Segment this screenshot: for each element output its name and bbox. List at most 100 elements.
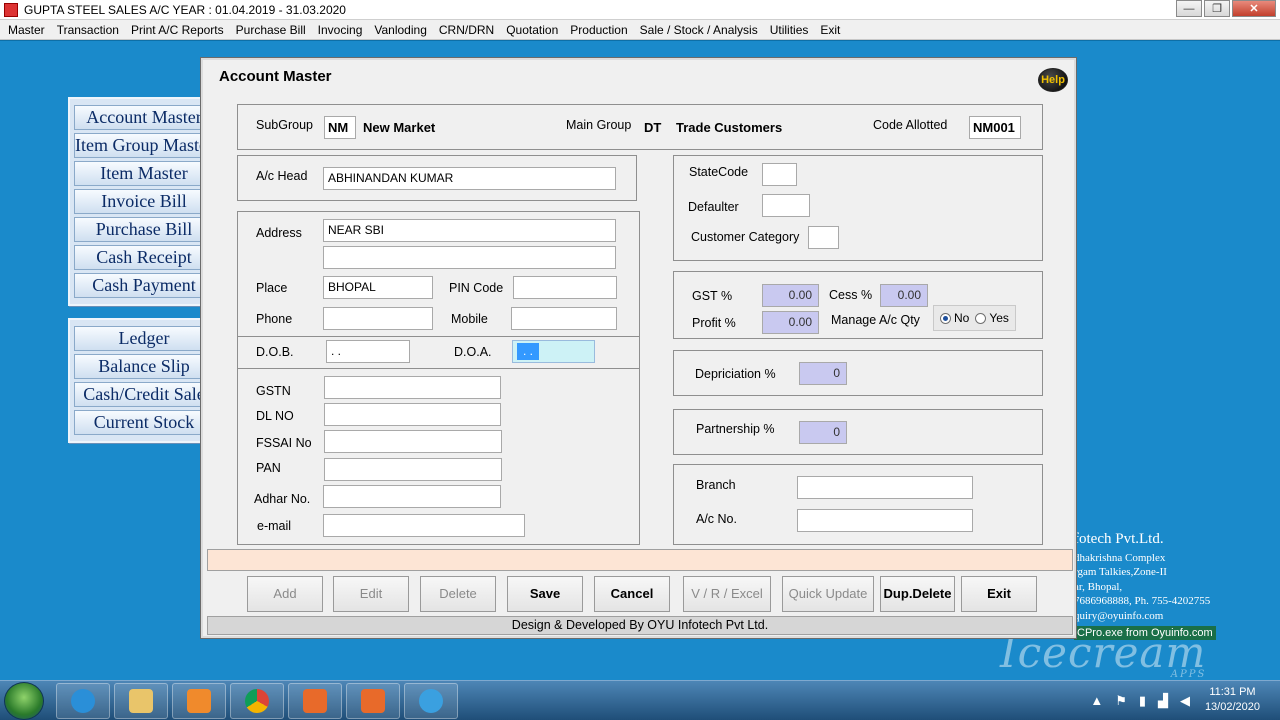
taskbar-clock[interactable]: 11:31 PM 13/02/2020	[1205, 685, 1260, 715]
nav-cash-credit-sale[interactable]: Cash/Credit Sale	[74, 382, 214, 407]
minimize-button[interactable]: —	[1176, 0, 1202, 17]
dob-label: D.O.B.	[256, 345, 294, 359]
address-line2-field[interactable]	[323, 246, 616, 269]
partnership-frame: Partnership % 0	[673, 409, 1043, 455]
branch-field[interactable]	[797, 476, 973, 499]
menu-invocing[interactable]: Invocing	[312, 23, 369, 37]
app-title: GUPTA STEEL SALES A/C YEAR : 01.04.2019 …	[24, 2, 346, 17]
taskbar-chrome[interactable]	[230, 683, 284, 719]
dl-no-field[interactable]	[324, 403, 501, 426]
vr-excel-button[interactable]: V / R / Excel	[683, 576, 771, 612]
close-button[interactable]: ✕	[1232, 0, 1276, 17]
restore-button[interactable]: ❐	[1204, 0, 1230, 17]
cess-field[interactable]: 0.00	[880, 284, 928, 307]
account-master-dialog: Account Master Help SubGroup NM New Mark…	[201, 58, 1076, 638]
delete-button[interactable]: Delete	[420, 576, 496, 612]
nav-cash-payment[interactable]: Cash Payment	[74, 273, 214, 298]
fssai-field[interactable]	[324, 430, 502, 453]
nav-current-stock[interactable]: Current Stock	[74, 410, 214, 435]
email-label: e-mail	[257, 519, 292, 533]
fssai-label: FSSAI No	[256, 436, 312, 450]
exit-button[interactable]: Exit	[961, 576, 1037, 612]
taskbar-explorer[interactable]	[114, 683, 168, 719]
code-allotted-field[interactable]: NM001	[969, 116, 1021, 139]
menu-print-reports[interactable]: Print A/C Reports	[125, 23, 230, 37]
pin-code-field[interactable]	[513, 276, 617, 299]
taskbar-screenshot[interactable]	[346, 683, 400, 719]
folder-icon	[129, 689, 153, 713]
ac-no-field[interactable]	[797, 509, 973, 532]
depriciation-field[interactable]: 0	[799, 362, 847, 385]
media-player-icon	[187, 689, 211, 713]
menu-crn-drn[interactable]: CRN/DRN	[433, 23, 500, 37]
nav-purchase-bill[interactable]: Purchase Bill	[74, 217, 214, 242]
statecode-field[interactable]	[762, 163, 797, 186]
clock-time: 11:31 PM	[1209, 686, 1256, 698]
save-button[interactable]: Save	[507, 576, 583, 612]
address-line1-field[interactable]: NEAR SBI	[323, 219, 616, 242]
dup-delete-button[interactable]: Dup.Delete	[880, 576, 955, 612]
menu-exit[interactable]: Exit	[814, 23, 846, 37]
menu-purchase-bill[interactable]: Purchase Bill	[230, 23, 312, 37]
separator	[238, 336, 639, 337]
nav-cash-receipt[interactable]: Cash Receipt	[74, 245, 214, 270]
gstn-field[interactable]	[324, 376, 501, 399]
customer-category-label: Customer Category	[691, 230, 800, 244]
customer-category-field[interactable]	[808, 226, 839, 249]
nav-balance-slip[interactable]: Balance Slip	[74, 354, 214, 379]
doa-field[interactable]: . .	[512, 340, 595, 363]
signal-icon[interactable]: ▟	[1158, 693, 1168, 709]
gst-field[interactable]: 0.00	[762, 284, 819, 307]
manage-qty-no-radio[interactable]: No	[940, 311, 969, 325]
battery-icon[interactable]: ▮	[1139, 693, 1146, 709]
manage-qty-yes-radio[interactable]: Yes	[975, 311, 1009, 325]
pan-field[interactable]	[324, 458, 502, 481]
cancel-button[interactable]: Cancel	[594, 576, 670, 612]
taskbar-recorder[interactable]	[288, 683, 342, 719]
nav-account-master[interactable]: Account Master	[74, 105, 214, 130]
nav-panel-reports: Ledger Balance Slip Cash/Credit Sale Cur…	[68, 318, 220, 443]
defaulter-field[interactable]	[762, 194, 810, 217]
menu-master[interactable]: Master	[2, 23, 51, 37]
help-button[interactable]: Help	[1038, 68, 1068, 92]
menu-quotation[interactable]: Quotation	[500, 23, 564, 37]
nav-item-master[interactable]: Item Master	[74, 161, 214, 186]
nav-ledger[interactable]: Ledger	[74, 326, 214, 351]
system-tray: ▲ ⚑ ▮ ▟ ◀	[1090, 693, 1190, 709]
email-field[interactable]	[323, 514, 525, 537]
place-field[interactable]: BHOPAL	[323, 276, 433, 299]
menu-utilities[interactable]: Utilities	[764, 23, 815, 37]
start-button[interactable]	[4, 682, 44, 720]
add-button[interactable]: Add	[247, 576, 323, 612]
volume-icon[interactable]: ◀	[1180, 693, 1190, 709]
profit-field[interactable]: 0.00	[762, 311, 819, 334]
phone-field[interactable]	[323, 307, 433, 330]
pin-code-label: PIN Code	[449, 281, 504, 295]
menu-vanloding[interactable]: Vanloding	[368, 23, 433, 37]
edit-button[interactable]: Edit	[333, 576, 409, 612]
internet-explorer-icon	[71, 689, 95, 713]
tray-arrow-icon[interactable]: ▲	[1090, 693, 1103, 709]
adhar-field[interactable]	[323, 485, 501, 508]
mobile-field[interactable]	[511, 307, 617, 330]
subgroup-code-field[interactable]: NM	[324, 116, 356, 139]
taskbar: ▲ ⚑ ▮ ▟ ◀ 11:31 PM 13/02/2020	[0, 680, 1280, 720]
dob-field[interactable]: . .	[326, 340, 410, 363]
branch-label: Branch	[696, 478, 736, 492]
menu-transaction[interactable]: Transaction	[51, 23, 125, 37]
taskbar-ie[interactable]	[56, 683, 110, 719]
taskbar-oyu-app[interactable]	[404, 683, 458, 719]
taskbar-media[interactable]	[172, 683, 226, 719]
nav-invoice-bill[interactable]: Invoice Bill	[74, 189, 214, 214]
ac-head-field[interactable]: ABHINANDAN KUMAR	[323, 167, 616, 190]
flag-icon[interactable]: ⚑	[1115, 693, 1127, 709]
quick-update-button[interactable]: Quick Update	[782, 576, 874, 612]
dialog-title: Account Master	[219, 68, 332, 85]
partnership-field[interactable]: 0	[799, 421, 847, 444]
clock-date: 13/02/2020	[1204, 701, 1260, 713]
state-frame: StateCode Defaulter Customer Category	[673, 155, 1043, 261]
menu-sale-stock-analysis[interactable]: Sale / Stock / Analysis	[634, 23, 764, 37]
menu-production[interactable]: Production	[564, 23, 633, 37]
nav-item-group-master[interactable]: Item Group Master	[74, 133, 214, 158]
depriciation-frame: Depriciation % 0	[673, 350, 1043, 396]
